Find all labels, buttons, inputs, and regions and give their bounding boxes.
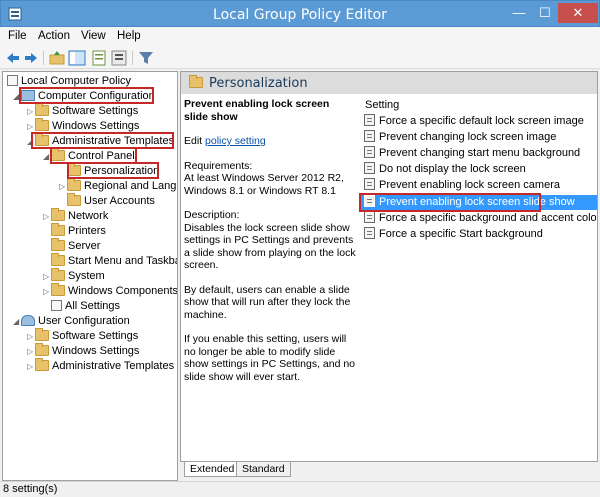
tab-standard[interactable]: Standard — [236, 462, 291, 477]
policy-title: Prevent enabling lock screen slide show — [184, 98, 330, 123]
status-text: 8 setting(s) — [3, 483, 58, 495]
highlight-box — [19, 87, 154, 104]
expand-arrow-icon[interactable]: ▷ — [27, 359, 35, 374]
filter-icon[interactable] — [137, 49, 155, 67]
policy-setting-icon — [364, 114, 375, 126]
setting-row[interactable]: Prevent changing lock screen image — [359, 130, 597, 145]
details-header: Personalization — [181, 72, 597, 94]
folder-icon — [35, 118, 49, 131]
tree-node-printers[interactable]: Printers — [51, 223, 106, 239]
edit-line: Edit policy setting — [184, 135, 266, 147]
menu-help[interactable]: Help — [117, 30, 141, 42]
folder-icon — [51, 268, 65, 281]
enable-behavior: If you enable this setting, users will n… — [184, 333, 356, 383]
tab-extended[interactable]: Extended — [184, 462, 241, 477]
policy-setting-icon — [364, 130, 375, 142]
show-hide-tree-icon[interactable] — [68, 49, 86, 67]
close-button[interactable]: ✕ — [558, 3, 598, 23]
tree-node-server[interactable]: Server — [51, 238, 100, 254]
folder-icon — [189, 75, 203, 88]
title-bar: Local Group Policy Editor — ☐ ✕ — [0, 0, 600, 27]
user-icon — [21, 315, 35, 326]
up-folder-icon[interactable] — [48, 49, 66, 67]
properties-icon[interactable] — [90, 49, 108, 67]
expand-arrow-icon[interactable]: ▷ — [27, 344, 35, 359]
expand-arrow-icon[interactable]: ▷ — [43, 284, 51, 299]
details-pane: Personalization Prevent enabling lock sc… — [180, 71, 598, 462]
expand-arrow-icon[interactable]: ▷ — [43, 209, 51, 224]
tree-node-all-settings[interactable]: All Settings — [51, 299, 120, 314]
tree-node-regional-and-language[interactable]: ▷ Regional and Langu — [59, 178, 177, 194]
tree-node-network[interactable]: ▷ Network — [43, 208, 108, 224]
folder-icon — [51, 238, 65, 251]
policy-setting-icon — [364, 146, 375, 158]
folder-icon — [35, 103, 49, 116]
menu-file[interactable]: File — [8, 30, 27, 42]
policy-setting-icon — [364, 211, 375, 223]
expand-arrow-icon[interactable]: ▷ — [43, 269, 51, 284]
tree-pane[interactable]: Local Computer Policy ◢ Computer Configur… — [2, 71, 178, 481]
expand-arrow-icon[interactable]: ▷ — [27, 104, 35, 119]
folder-icon — [35, 328, 49, 341]
tree-node-software-settings[interactable]: ▷ Software Settings — [27, 103, 138, 119]
folder-icon — [51, 253, 65, 266]
menu-view[interactable]: View — [81, 30, 106, 42]
details-header-title: Personalization — [209, 76, 308, 91]
folder-icon — [51, 208, 65, 221]
tree-node-user-windows-settings[interactable]: ▷ Windows Settings — [27, 343, 139, 359]
setting-row[interactable]: Do not display the lock screen — [359, 162, 597, 177]
highlight-box — [67, 162, 159, 179]
folder-icon — [67, 193, 81, 206]
setting-row[interactable]: Force a specific default lock screen ima… — [359, 114, 597, 129]
folder-icon — [51, 283, 65, 296]
forward-arrow-icon[interactable] — [22, 49, 40, 67]
setting-row[interactable]: Prevent enabling lock screen camera — [359, 178, 597, 193]
highlight-box — [359, 193, 541, 212]
tree-node-system[interactable]: ▷ System — [43, 268, 105, 284]
back-arrow-icon[interactable] — [4, 49, 22, 67]
policy-setting-icon — [364, 227, 375, 239]
tree-node-user-software-settings[interactable]: ▷ Software Settings — [27, 328, 138, 344]
menu-action[interactable]: Action — [38, 30, 70, 42]
all-settings-icon — [51, 300, 62, 311]
expand-arrow-icon[interactable]: ▷ — [59, 179, 67, 194]
status-bar: 8 setting(s) — [0, 481, 600, 497]
help-icon[interactable] — [110, 49, 128, 67]
menu-bar: File Action View Help — [0, 27, 600, 47]
folder-icon — [67, 178, 81, 191]
setting-row[interactable]: Prevent changing start menu background — [359, 146, 597, 161]
edit-policy-link[interactable]: policy setting — [205, 135, 266, 147]
default-behavior: By default, users can enable a slide sho… — [184, 283, 351, 321]
maximize-button[interactable]: ☐ — [532, 3, 558, 23]
setting-row[interactable]: Force a specific Start background — [359, 227, 597, 242]
folder-icon — [35, 358, 49, 371]
toolbar-divider — [132, 51, 133, 65]
collapse-arrow-icon[interactable]: ◢ — [13, 314, 21, 329]
tree-node-start-menu-and-taskbar[interactable]: Start Menu and Taskba — [51, 253, 177, 269]
settings-list[interactable]: Setting Force a specific default lock sc… — [359, 94, 597, 461]
policy-doc-icon — [7, 75, 18, 86]
policy-setting-icon — [364, 162, 375, 174]
description: Description: Disables the lock screen sli… — [184, 209, 356, 271]
tree-node-user-administrative-templates[interactable]: ▷ Administrative Templates — [27, 358, 174, 374]
folder-icon — [51, 223, 65, 236]
tree-node-user-configuration[interactable]: ◢ User Configuration — [13, 314, 130, 329]
folder-icon — [35, 343, 49, 356]
view-tabs: Extended Standard — [180, 462, 598, 479]
tree-node-user-accounts[interactable]: User Accounts — [67, 193, 155, 209]
toolbar-divider — [43, 51, 44, 65]
policy-setting-icon — [364, 178, 375, 190]
toolbar — [0, 47, 600, 69]
policy-description: Prevent enabling lock screen slide show … — [184, 98, 356, 395]
minimize-button[interactable]: — — [506, 3, 532, 23]
tree-node-windows-components[interactable]: ▷ Windows Components — [43, 283, 177, 299]
requirements: Requirements: At least Windows Server 201… — [184, 159, 344, 197]
expand-arrow-icon[interactable]: ▷ — [27, 329, 35, 344]
setting-row[interactable]: Force a specific background and accent c… — [359, 211, 597, 226]
column-header-setting[interactable]: Setting — [365, 99, 399, 111]
